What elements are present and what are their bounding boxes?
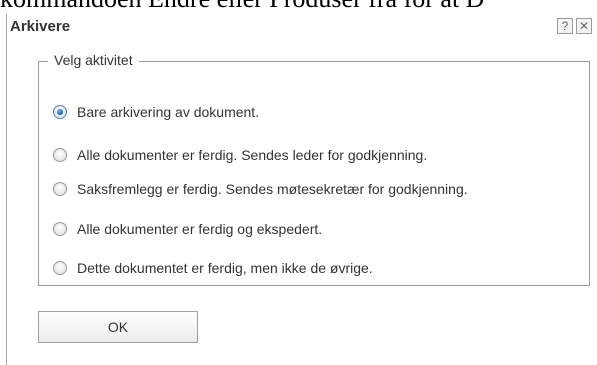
- option-label: Bare arkivering av dokument.: [77, 104, 260, 120]
- option-label: Dette dokumentet er ferdig, men ikke de …: [77, 260, 373, 276]
- help-icon[interactable]: ?: [557, 18, 573, 34]
- background-document-text: kommandoen Endre eller Produser fra for …: [0, 0, 484, 14]
- radio-button[interactable]: [53, 222, 67, 236]
- option-bare-arkivering[interactable]: Bare arkivering av dokument.: [53, 103, 259, 121]
- fieldset-legend: Velg aktivitet: [48, 51, 139, 69]
- radio-button-selected[interactable]: [53, 105, 67, 119]
- option-saksfremlegg-ferdig[interactable]: Saksfremlegg er ferdig. Sendes møtesekre…: [53, 180, 468, 198]
- radio-button[interactable]: [53, 182, 67, 196]
- option-label: Alle dokumenter er ferdig. Sendes leder …: [77, 147, 428, 163]
- option-alle-dokumenter-ferdig[interactable]: Alle dokumenter er ferdig. Sendes leder …: [53, 146, 427, 164]
- dialog-title: Arkivere: [10, 18, 71, 35]
- activity-fieldset: [38, 61, 590, 286]
- option-dette-dokumentet-ferdig[interactable]: Dette dokumentet er ferdig, men ikke de …: [53, 259, 373, 277]
- option-ferdig-ekspedert[interactable]: Alle dokumenter er ferdig og ekspedert.: [53, 220, 322, 238]
- radio-button[interactable]: [53, 148, 67, 162]
- option-label: Saksfremlegg er ferdig. Sendes møtesekre…: [77, 181, 468, 197]
- dialog-left-border: [6, 14, 7, 365]
- ok-button[interactable]: OK: [38, 311, 198, 343]
- close-icon[interactable]: ✕: [576, 18, 592, 34]
- option-label: Alle dokumenter er ferdig og ekspedert.: [77, 221, 323, 237]
- radio-button[interactable]: [53, 261, 67, 275]
